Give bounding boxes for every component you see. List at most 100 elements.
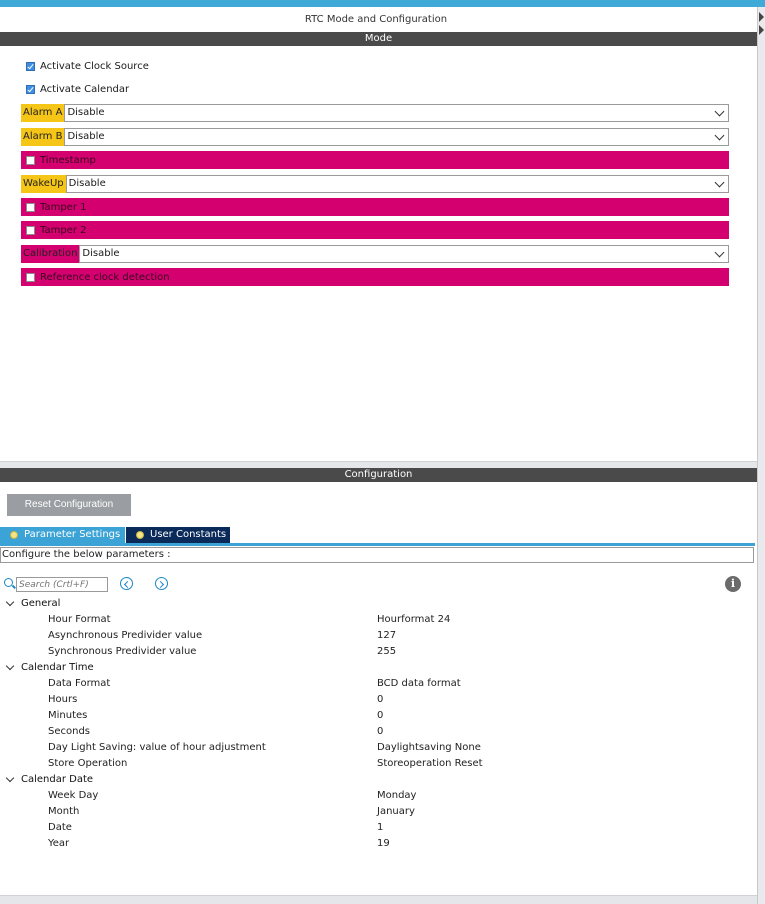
- param-value[interactable]: January: [377, 804, 415, 820]
- next-match-icon[interactable]: [155, 577, 168, 590]
- search-icon[interactable]: [4, 578, 13, 587]
- wakeup-select[interactable]: Disable: [65, 175, 729, 193]
- tamper-1-row[interactable]: Tamper 1: [21, 198, 729, 216]
- param-row[interactable]: Asynchronous Predivider value 127: [0, 628, 750, 644]
- panel-splitter[interactable]: [0, 461, 757, 468]
- alarm-a-label: Alarm A: [21, 104, 65, 122]
- param-name: Synchronous Predivider value: [48, 646, 197, 657]
- alarm-b-label: Alarm B: [21, 128, 65, 146]
- activate-clock-source-row[interactable]: Activate Clock Source: [26, 57, 149, 75]
- timestamp-row[interactable]: Timestamp: [21, 151, 729, 169]
- reference-clock-detection-label: Reference clock detection: [40, 271, 170, 283]
- param-value[interactable]: 255: [377, 644, 396, 660]
- param-value[interactable]: Daylightsaving None: [377, 740, 481, 756]
- mode-section-header: Mode: [0, 32, 757, 46]
- tamper-2-row[interactable]: Tamper 2: [21, 221, 729, 239]
- param-value[interactable]: Hourformat 24: [377, 612, 450, 628]
- chevron-down-icon[interactable]: [5, 661, 15, 671]
- reset-configuration-button[interactable]: Reset Configuration: [7, 494, 131, 516]
- status-dot-icon: [136, 531, 144, 539]
- param-row[interactable]: Seconds 0: [0, 724, 750, 740]
- param-value[interactable]: 0: [377, 708, 383, 724]
- tab-parameter-settings-label: Parameter Settings: [24, 529, 121, 540]
- param-name: Date: [48, 822, 72, 833]
- activate-clock-source-checkbox[interactable]: [26, 61, 35, 71]
- param-name: Asynchronous Predivider value: [48, 630, 203, 641]
- previous-match-icon[interactable]: [120, 577, 133, 590]
- configuration-section-header: Configuration: [0, 468, 757, 482]
- chevron-down-icon: [714, 247, 725, 258]
- tamper-2-checkbox[interactable]: [26, 225, 35, 235]
- param-name: Minutes: [48, 710, 88, 721]
- tamper-1-label: Tamper 1: [40, 201, 87, 213]
- param-value[interactable]: 1: [377, 820, 383, 836]
- chevron-down-icon: [714, 106, 725, 117]
- tree-group-label: General: [21, 598, 61, 609]
- chevron-down-icon: [714, 177, 725, 188]
- param-row[interactable]: Store Operation Storeoperation Reset: [0, 756, 750, 772]
- tab-underline: [0, 543, 755, 546]
- param-name: Month: [48, 806, 80, 817]
- info-icon[interactable]: i: [725, 576, 741, 592]
- param-row[interactable]: Week Day Monday: [0, 788, 750, 804]
- activate-calendar-label: Activate Calendar: [40, 83, 130, 95]
- window-top-accent-bar: [0, 0, 765, 7]
- calibration-value: Disable: [82, 248, 120, 259]
- param-row[interactable]: Data Format BCD data format: [0, 676, 750, 692]
- activate-calendar-row[interactable]: Activate Calendar: [26, 80, 129, 98]
- param-row[interactable]: Day Light Saving: value of hour adjustme…: [0, 740, 750, 756]
- param-value[interactable]: 0: [377, 692, 383, 708]
- alarm-b-value: Disable: [67, 131, 105, 142]
- param-row[interactable]: Minutes 0: [0, 708, 750, 724]
- param-name: Week Day: [48, 790, 99, 801]
- param-name: Year: [48, 838, 70, 849]
- param-value[interactable]: 0: [377, 724, 383, 740]
- tree-group-label: Calendar Time: [21, 662, 94, 673]
- param-name: Hours: [48, 694, 78, 705]
- collapse-arrow-icon-2[interactable]: [759, 25, 764, 35]
- chevron-down-icon[interactable]: [5, 597, 15, 607]
- param-value[interactable]: Storeoperation Reset: [377, 756, 483, 772]
- param-row[interactable]: Hour Format Hourformat 24: [0, 612, 750, 628]
- tree-group-general[interactable]: General: [0, 596, 750, 612]
- parameter-tree: General Hour Format Hourformat 24 Asynch…: [0, 596, 750, 852]
- timestamp-checkbox[interactable]: [26, 155, 35, 165]
- alarm-a-select[interactable]: Disable: [64, 104, 729, 122]
- param-name: Day Light Saving: value of hour adjustme…: [48, 742, 266, 753]
- calibration-label: Calibration: [21, 245, 80, 263]
- reference-clock-detection-row[interactable]: Reference clock detection: [21, 268, 729, 286]
- param-row[interactable]: Year 19: [0, 836, 750, 852]
- tab-user-constants-label: User Constants: [150, 529, 227, 540]
- alarm-b-row: Alarm B Disable: [21, 128, 729, 146]
- tab-user-constants[interactable]: User Constants: [126, 527, 230, 543]
- param-value[interactable]: Monday: [377, 788, 416, 804]
- param-row[interactable]: Month January: [0, 804, 750, 820]
- param-row[interactable]: Hours 0: [0, 692, 750, 708]
- wakeup-value: Disable: [68, 178, 106, 189]
- search-input[interactable]: [16, 577, 108, 592]
- bottom-splitter: [0, 895, 757, 904]
- chevron-down-icon[interactable]: [5, 773, 15, 783]
- tab-parameter-settings[interactable]: Parameter Settings: [0, 527, 125, 543]
- param-name: Data Format: [48, 678, 111, 689]
- param-row[interactable]: Synchronous Predivider value 255: [0, 644, 750, 660]
- param-value[interactable]: BCD data format: [377, 676, 461, 692]
- tree-group-calendar-date[interactable]: Calendar Date: [0, 772, 750, 788]
- param-value[interactable]: 127: [377, 628, 396, 644]
- calibration-select[interactable]: Disable: [79, 245, 729, 263]
- timestamp-label: Timestamp: [40, 154, 96, 166]
- alarm-a-value: Disable: [67, 107, 105, 118]
- collapse-arrow-icon[interactable]: [759, 12, 764, 22]
- alarm-b-select[interactable]: Disable: [64, 128, 729, 146]
- status-dot-icon: [10, 531, 18, 539]
- tamper-1-checkbox[interactable]: [26, 202, 35, 212]
- window-title: RTC Mode and Configuration: [304, 14, 448, 25]
- reference-clock-detection-checkbox[interactable]: [26, 272, 35, 282]
- side-collapse-strip[interactable]: [757, 7, 765, 904]
- configure-hint: Configure the below parameters :: [0, 547, 754, 563]
- param-value[interactable]: 19: [377, 836, 390, 852]
- tree-group-calendar-time[interactable]: Calendar Time: [0, 660, 750, 676]
- activate-calendar-checkbox[interactable]: [26, 84, 35, 94]
- param-row[interactable]: Date 1: [0, 820, 750, 836]
- alarm-a-row: Alarm A Disable: [21, 104, 729, 122]
